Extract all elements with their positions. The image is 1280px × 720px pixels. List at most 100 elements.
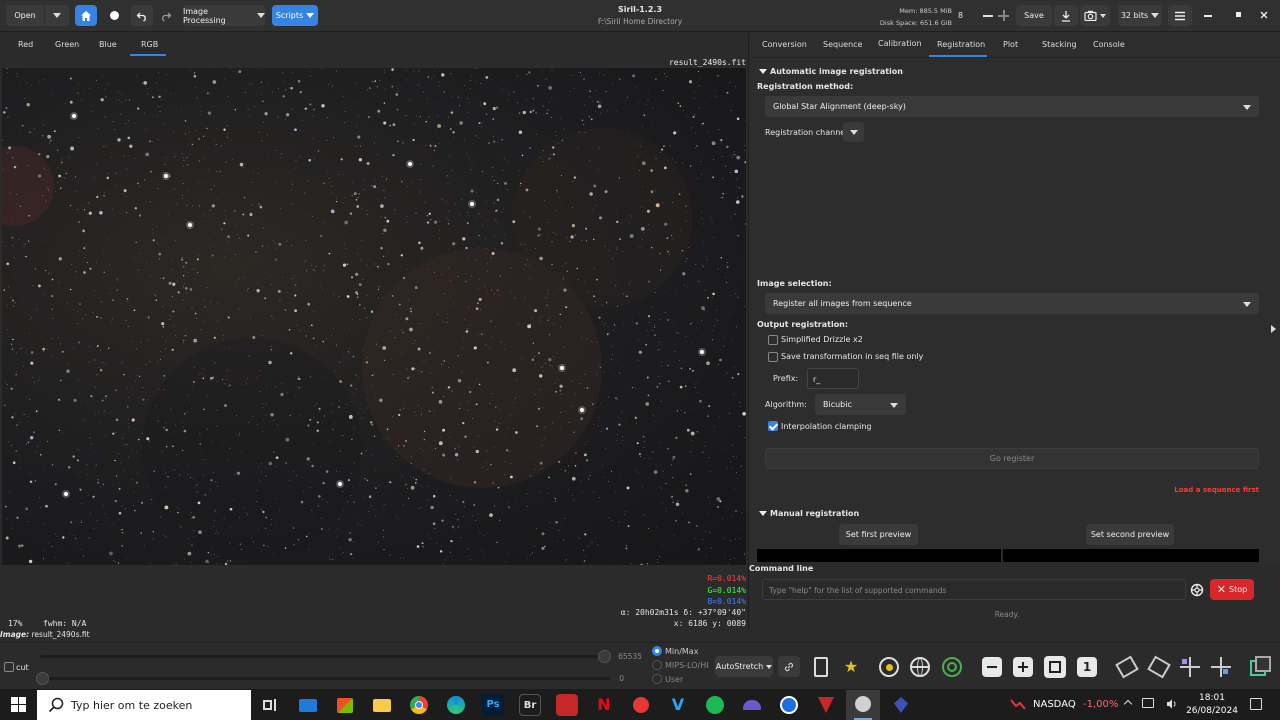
livestack-button[interactable] <box>103 5 125 26</box>
tab-stacking[interactable]: Stacking <box>1042 40 1077 49</box>
finance-app-icon[interactable] <box>556 694 578 716</box>
zoom-one-button[interactable]: 1 <box>1077 657 1097 677</box>
tab-console[interactable]: Console <box>1093 40 1125 49</box>
command-help-button[interactable] <box>1190 583 1204 597</box>
tab-sequence[interactable]: Sequence <box>823 40 862 49</box>
image-processing-menu[interactable]: Image Processing <box>183 5 265 26</box>
chrome-icon[interactable] <box>408 694 430 716</box>
stop-button[interactable]: ✕ Stop <box>1210 579 1254 600</box>
panel-collapse-arrow[interactable] <box>1271 325 1276 333</box>
close-button[interactable] <box>1258 8 1270 22</box>
maximize-button[interactable] <box>1236 12 1241 17</box>
target-icon[interactable] <box>942 657 962 677</box>
photoshop-icon[interactable]: Ps <box>482 694 504 716</box>
app-shield-icon[interactable] <box>815 694 837 716</box>
thread-count[interactable]: 8 <box>958 11 970 20</box>
volume-icon[interactable] <box>1166 698 1178 710</box>
redo-button[interactable] <box>155 5 177 26</box>
save-transform-checkbox[interactable] <box>768 352 778 362</box>
min-slider-handle[interactable] <box>36 672 49 685</box>
link-button[interactable] <box>778 656 800 677</box>
thread-decrease-button[interactable] <box>983 15 993 17</box>
main-menu-button[interactable] <box>1168 5 1192 26</box>
globe-icon[interactable] <box>910 657 930 677</box>
tab-rgb[interactable]: RGB <box>141 40 158 49</box>
vscode-like-icon[interactable]: V <box>667 694 689 716</box>
zoom-fit-button[interactable] <box>1044 656 1066 678</box>
mirror-x-icon[interactable] <box>1180 657 1200 677</box>
taskbar-search-box[interactable]: Typ hier om te zoeken <box>37 690 251 720</box>
save-button[interactable]: Save <box>1016 5 1052 26</box>
drizzle-checkbox[interactable] <box>768 335 778 345</box>
task-view-icon[interactable] <box>259 694 281 716</box>
siril-taskbar-icon[interactable] <box>846 690 880 720</box>
flip-icon[interactable] <box>814 657 828 677</box>
clock-date[interactable]: 26/08/2024 <box>1184 706 1240 716</box>
tab-plot[interactable]: Plot <box>1003 40 1018 49</box>
stellarium-icon[interactable] <box>741 694 763 716</box>
max-slider-track[interactable] <box>40 655 610 658</box>
zoom-in-button[interactable] <box>1013 657 1033 677</box>
bit-depth-menu[interactable]: 32 bits <box>1118 5 1162 26</box>
go-register-button[interactable]: Go register <box>765 448 1259 469</box>
app-blue-diamond <box>894 697 908 713</box>
image-selection-select[interactable]: Register all images from sequence <box>765 293 1259 314</box>
registration-method-select[interactable]: Global Star Alignment (deep-sky) <box>765 96 1259 117</box>
interpolation-clamping-checkbox[interactable] <box>768 421 778 431</box>
cut-checkbox[interactable] <box>4 662 14 672</box>
globe-equator <box>912 666 928 668</box>
panel-toggle-icon[interactable] <box>1250 656 1272 678</box>
tab-conversion[interactable]: Conversion <box>762 40 807 49</box>
manual-registration-expander[interactable]: Manual registration <box>759 509 859 518</box>
zoom-out-button[interactable] <box>982 657 1002 677</box>
minimize-button[interactable] <box>1204 15 1212 17</box>
algorithm-select[interactable]: Bicubic <box>815 394 906 415</box>
undo-button[interactable] <box>131 5 153 26</box>
bridge-icon[interactable]: Br <box>519 694 541 716</box>
tab-registration[interactable]: Registration <box>937 40 985 49</box>
store-app-icon[interactable] <box>334 694 356 716</box>
open-button[interactable]: Open <box>6 5 44 26</box>
windows-start-button[interactable] <box>11 697 26 712</box>
registration-channel-select[interactable] <box>843 122 864 142</box>
min-slider-track[interactable] <box>40 677 610 680</box>
max-slider-handle[interactable] <box>598 650 611 663</box>
clock-time[interactable]: 18:01 <box>1188 693 1236 703</box>
set-first-preview-button[interactable]: Set first preview <box>839 524 918 545</box>
auto-registration-expander[interactable]: Automatic image registration <box>759 67 903 76</box>
set-second-preview-button[interactable]: Set second preview <box>1086 524 1174 545</box>
open-recent-dropdown[interactable] <box>45 5 69 26</box>
preview-area-1 <box>757 549 1001 562</box>
file-explorer-icon[interactable] <box>371 694 393 716</box>
scripts-menu[interactable]: Scripts <box>272 5 318 26</box>
tab-calibration[interactable]: Calibration <box>878 39 922 48</box>
mail-app-icon[interactable] <box>297 694 319 716</box>
app-blue-icon[interactable] <box>890 694 912 716</box>
app-red-icon[interactable] <box>630 694 652 716</box>
mirror-y-icon[interactable] <box>1211 657 1231 677</box>
minmax-radio[interactable] <box>652 646 662 656</box>
tab-green[interactable]: Green <box>55 40 79 49</box>
notification-icon[interactable] <box>1250 698 1262 710</box>
stock-widget-icon[interactable] <box>1010 697 1026 711</box>
edge-icon[interactable] <box>445 694 467 716</box>
mips-radio[interactable] <box>652 660 662 670</box>
network-icon[interactable] <box>1142 698 1154 708</box>
spotify-icon[interactable] <box>704 694 726 716</box>
command-input[interactable]: Type "help" for the list of supported co… <box>762 579 1186 600</box>
thread-increase-button[interactable] <box>998 10 1009 21</box>
photometry-icon[interactable] <box>879 657 899 677</box>
target-inner <box>947 662 957 672</box>
save-as-button[interactable] <box>1054 5 1078 26</box>
tab-blue[interactable]: Blue <box>99 40 117 49</box>
home-button[interactable] <box>75 5 97 26</box>
snapshot-button[interactable] <box>1080 5 1110 26</box>
prefix-input[interactable]: r_ <box>807 368 859 389</box>
star-mark-icon[interactable]: ★ <box>842 657 860 677</box>
user-radio[interactable] <box>652 674 662 684</box>
tab-red[interactable]: Red <box>18 40 33 49</box>
netflix-icon[interactable]: N <box>593 694 615 716</box>
teamviewer-icon[interactable] <box>778 694 800 716</box>
autostretch-select[interactable]: AutoStretch <box>715 656 773 677</box>
image-canvas[interactable] <box>2 68 746 565</box>
